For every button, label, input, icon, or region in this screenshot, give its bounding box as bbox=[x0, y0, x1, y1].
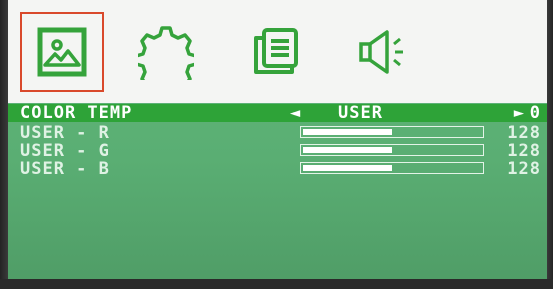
user-r-value: 128 bbox=[507, 123, 541, 143]
user-g-row[interactable]: USER - G 128 bbox=[8, 142, 547, 160]
tab-document[interactable] bbox=[234, 12, 318, 92]
speaker-icon bbox=[359, 30, 403, 74]
monitor-bezel-left bbox=[0, 0, 8, 289]
monitor-bezel-right bbox=[547, 0, 553, 289]
color-temp-row[interactable]: COLOR TEMP ◄ USER ► 0 bbox=[8, 104, 547, 122]
user-g-slider[interactable] bbox=[300, 144, 484, 156]
user-r-row[interactable]: USER - R 128 bbox=[8, 124, 547, 142]
user-b-slider-fill bbox=[303, 165, 392, 171]
tab-picture[interactable] bbox=[20, 12, 104, 92]
color-temp-label: COLOR TEMP bbox=[20, 103, 133, 123]
color-temp-value: USER bbox=[338, 103, 383, 123]
user-g-label: USER - G bbox=[20, 141, 110, 161]
tab-settings[interactable] bbox=[124, 12, 208, 92]
user-r-label: USER - R bbox=[20, 123, 110, 143]
monitor-bezel-bottom bbox=[0, 279, 553, 289]
user-g-value: 128 bbox=[507, 141, 541, 161]
user-r-slider-fill bbox=[303, 129, 392, 135]
tab-audio[interactable] bbox=[343, 12, 427, 92]
osd-tab-bar bbox=[8, 0, 547, 103]
user-b-value: 128 bbox=[507, 159, 541, 179]
user-b-label: USER - B bbox=[20, 159, 110, 179]
user-b-row[interactable]: USER - B 128 bbox=[8, 160, 547, 178]
user-g-slider-fill bbox=[303, 147, 392, 153]
gear-icon bbox=[138, 26, 194, 80]
user-b-slider[interactable] bbox=[300, 162, 484, 174]
color-temp-index: 0 bbox=[529, 103, 541, 123]
picture-icon bbox=[37, 27, 87, 77]
arrow-right-icon[interactable]: ► bbox=[514, 104, 525, 122]
arrow-left-icon[interactable]: ◄ bbox=[290, 104, 301, 122]
user-r-slider[interactable] bbox=[300, 126, 484, 138]
document-icon bbox=[254, 28, 298, 74]
